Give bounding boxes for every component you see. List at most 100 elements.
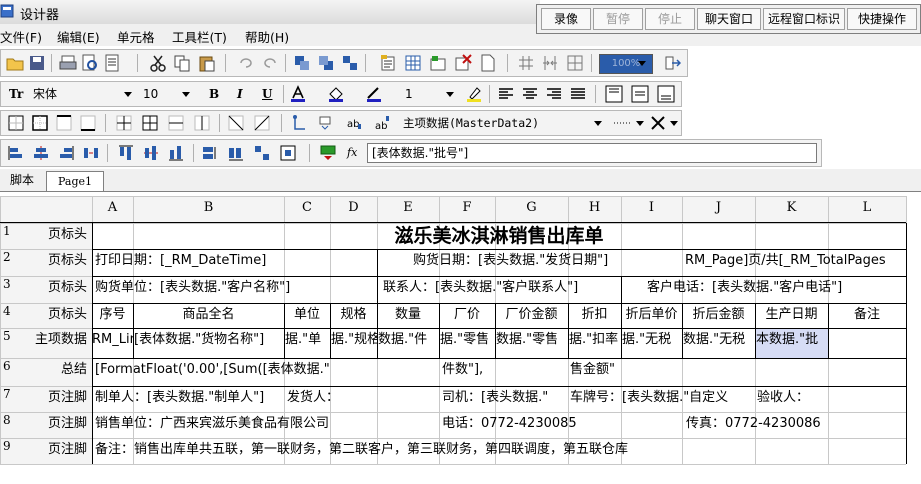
- row-header-1[interactable]: 1 页标头: [0, 223, 92, 249]
- column-header-d[interactable]: D: [330, 196, 377, 223]
- detail-header-cell[interactable]: 数量: [377, 303, 439, 328]
- row-header-8[interactable]: 8 页注脚: [0, 412, 92, 438]
- merge-cells-icon[interactable]: [541, 54, 559, 72]
- border-hcenter-icon[interactable]: [167, 114, 185, 132]
- center-page-icon[interactable]: [279, 144, 297, 162]
- column-header-l[interactable]: L: [828, 196, 906, 223]
- column-header-e[interactable]: E: [377, 196, 439, 223]
- highlight-icon[interactable]: [465, 85, 483, 103]
- diag-up-icon[interactable]: [253, 114, 271, 132]
- detail-field-cell[interactable]: 数据."零售: [495, 328, 568, 358]
- group-icon[interactable]: [341, 54, 359, 72]
- detail-field-cell[interactable]: 数据."件: [377, 328, 439, 358]
- insert-data-field-icon[interactable]: [319, 144, 337, 162]
- border-outer-icon[interactable]: [31, 114, 49, 132]
- plate-cell[interactable]: 车牌号：[表头数据."自定义: [568, 386, 755, 412]
- insert-table-icon[interactable]: [404, 54, 422, 72]
- column-header-b[interactable]: B: [133, 196, 284, 223]
- column-header-i[interactable]: I: [621, 196, 682, 223]
- space-horiz-icon[interactable]: [82, 144, 100, 162]
- report-grid[interactable]: A B C D E F G H I J K L 1 页标头 2 页标头 3 页标头 4 页标头 5 主项数据 6 总结 7 页注脚…: [0, 196, 921, 484]
- chevron-down-icon[interactable]: [119, 85, 137, 103]
- detail-field-cell[interactable]: [828, 328, 906, 358]
- delete-item-icon[interactable]: [454, 54, 472, 72]
- border-bottom-icon[interactable]: [79, 114, 97, 132]
- chevron-down-icon[interactable]: [589, 114, 607, 132]
- menu-edit[interactable]: 编辑(E): [57, 27, 100, 46]
- underline-button[interactable]: U: [262, 85, 272, 103]
- fax-cell[interactable]: 传真：0772-4230086: [682, 412, 906, 438]
- cut-icon[interactable]: [149, 54, 167, 72]
- split-cells-icon[interactable]: [566, 54, 584, 72]
- border-vcenter-icon[interactable]: [193, 114, 211, 132]
- border-grid-icon[interactable]: [141, 114, 159, 132]
- print-preview-icon[interactable]: [81, 54, 99, 72]
- new-page-icon[interactable]: [479, 54, 497, 72]
- bring-front-icon[interactable]: [293, 54, 311, 72]
- report-title[interactable]: 滋乐美冰淇淋销售出库单: [92, 223, 906, 249]
- row-header-9[interactable]: 9 页注脚: [0, 438, 92, 464]
- superscript-icon[interactable]: ab: [373, 114, 391, 132]
- contact-cell[interactable]: 联系人：[表头数据."客户联系人"]: [377, 276, 621, 303]
- border-all-icon[interactable]: [7, 114, 25, 132]
- align-center-icon[interactable]: [521, 85, 539, 103]
- menu-help[interactable]: 帮助(H): [245, 27, 289, 46]
- print-date-cell[interactable]: 打印日期：[_RM_DateTime]: [92, 249, 377, 276]
- justify-icon[interactable]: [569, 85, 587, 103]
- page-setup-icon[interactable]: [103, 54, 121, 72]
- chat-window-button[interactable]: 聊天窗口: [697, 8, 761, 30]
- column-header-k[interactable]: K: [755, 196, 828, 223]
- menu-toolbar[interactable]: 工具栏(T): [172, 27, 227, 46]
- pause-button[interactable]: 暂停: [593, 8, 643, 30]
- valign-top-icon[interactable]: [605, 85, 623, 103]
- fill-color-icon[interactable]: [327, 85, 345, 103]
- sum-qty-cell[interactable]: 件数"],: [439, 358, 495, 386]
- detail-header-cell[interactable]: 备注: [828, 303, 906, 328]
- align-rights-icon[interactable]: [57, 144, 75, 162]
- border-inner-icon[interactable]: [115, 114, 133, 132]
- field-format-icon[interactable]: [317, 114, 335, 132]
- row-header-6[interactable]: 6 总结: [0, 358, 92, 386]
- same-size-icon[interactable]: [253, 144, 271, 162]
- driver-cell[interactable]: 司机：[表头数据.": [439, 386, 568, 412]
- row-header-5[interactable]: 5 主项数据: [0, 328, 92, 358]
- bold-button[interactable]: B: [209, 85, 219, 103]
- save-icon[interactable]: [28, 54, 46, 72]
- align-vcenters-icon[interactable]: [142, 144, 160, 162]
- sum-amount-cell[interactable]: 售金额": [568, 358, 621, 386]
- subscript-icon[interactable]: ab: [345, 114, 363, 132]
- record-button[interactable]: 录像: [541, 8, 591, 30]
- chevron-down-icon[interactable]: [633, 54, 651, 72]
- detail-field-cell[interactable]: 据."无税: [621, 328, 682, 358]
- detail-header-cell[interactable]: 厂价金额: [495, 303, 568, 328]
- send-back-icon[interactable]: [317, 54, 335, 72]
- row-header-2[interactable]: 2 页标头: [0, 249, 92, 276]
- detail-header-cell[interactable]: 厂价: [439, 303, 495, 328]
- font-name-combo[interactable]: 宋体: [33, 85, 133, 103]
- maker-cell[interactable]: 制单人：[表头数据."制单人"]: [92, 386, 284, 412]
- detail-field-cell[interactable]: [表体数据."货物名称"]: [133, 328, 284, 358]
- diag-down-icon[interactable]: [227, 114, 245, 132]
- detail-header-cell[interactable]: 折扣: [568, 303, 621, 328]
- detail-field-cell[interactable]: 据."单: [284, 328, 330, 358]
- align-left-icon[interactable]: [497, 85, 515, 103]
- customer-phone-cell[interactable]: 客户电话：[表头数据."客户电话"]: [621, 276, 906, 303]
- chevron-down-icon[interactable]: [441, 85, 459, 103]
- same-width-icon[interactable]: [201, 144, 219, 162]
- formula-input[interactable]: [表体数据."批号"]: [367, 143, 817, 163]
- detail-header-cell[interactable]: 商品全名: [133, 303, 284, 328]
- detail-header-cell[interactable]: 规格: [330, 303, 377, 328]
- column-header-c[interactable]: C: [284, 196, 330, 223]
- align-tops-icon[interactable]: [117, 144, 135, 162]
- detail-field-cell[interactable]: 数据."无税: [682, 328, 755, 358]
- chevron-down-icon[interactable]: [177, 85, 195, 103]
- purchase-unit-cell[interactable]: 购货单位：[表头数据."客户名称"]: [92, 276, 377, 303]
- copy-icon[interactable]: [173, 54, 191, 72]
- seller-cell[interactable]: 销售单位：广西来宾滋乐美食品有限公司: [92, 412, 377, 438]
- line-width-combo[interactable]: 1: [405, 85, 435, 103]
- paste-icon[interactable]: [198, 54, 216, 72]
- chevron-down-icon[interactable]: [665, 114, 683, 132]
- detail-header-cell[interactable]: 折后单价: [621, 303, 682, 328]
- shipper-cell[interactable]: 发货人：: [284, 386, 377, 412]
- detail-header-cell[interactable]: 生产日期: [755, 303, 828, 328]
